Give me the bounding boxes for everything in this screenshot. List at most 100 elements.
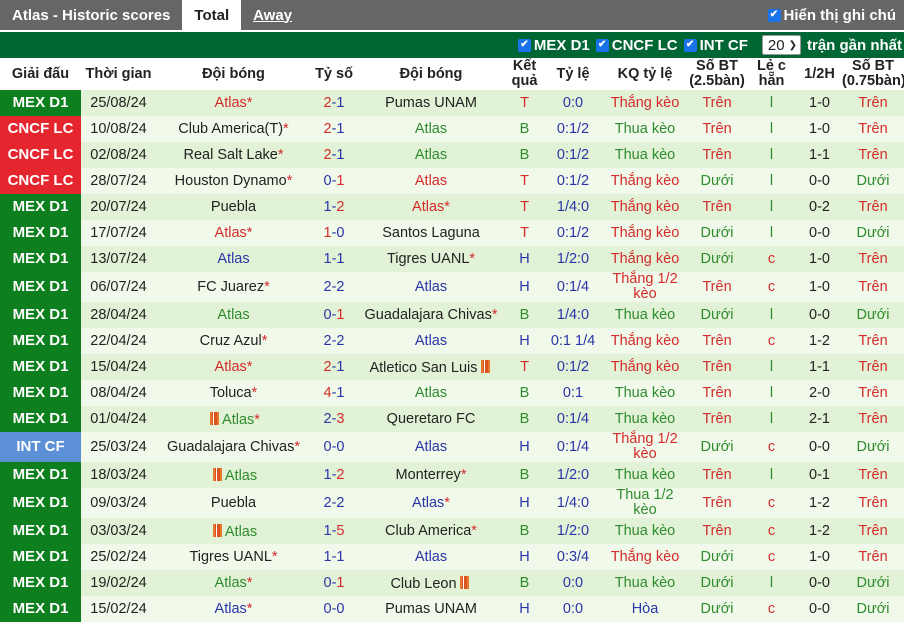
home-team-name[interactable]: Atlas [215, 575, 247, 591]
star-marker: * [246, 359, 253, 375]
home-team-name[interactable]: Atlas [215, 359, 247, 375]
away-team-name[interactable]: Monterrey [396, 467, 461, 483]
table-row[interactable]: MEX D1 20/07/24 Puebla 1-2 Atlas* T 1/4:0 Thắng… [0, 194, 904, 220]
star-marker: * [277, 147, 284, 163]
table-row[interactable]: MEX D1 13/07/24 Atlas 1-1 Tigres UANL* H 1/2:0… [0, 246, 904, 272]
away-team-name[interactable]: Pumas UNAM [385, 601, 477, 617]
away-team-name[interactable]: Atlas [412, 199, 444, 215]
table-row[interactable]: MEX D1 18/03/24 Atlas 1-2 Monterrey* B 1/2:0 Th… [0, 462, 904, 488]
table-row[interactable]: MEX D1 01/04/24 Atlas* 2-3 Queretaro FC B 0:1/… [0, 406, 904, 432]
match-date: 03/03/24 [81, 518, 156, 544]
home-team-name[interactable]: Club America(T) [178, 121, 283, 137]
home-team-cell: Atlas* [156, 354, 311, 380]
table-row[interactable]: MEX D1 28/04/24 Atlas 0-1 Guadalajara Chivas… [0, 302, 904, 328]
home-team-name[interactable]: Guadalajara Chivas [167, 439, 294, 455]
table-row[interactable]: INT CF 25/03/24 Guadalajara Chivas* 0-0 Atla… [0, 432, 904, 462]
table-row[interactable]: CNCF LC 10/08/24 Club America(T)* 2-1 Atlas B… [0, 116, 904, 142]
away-team-name[interactable]: Atlas [415, 173, 447, 189]
home-team-name[interactable]: Atlas [215, 95, 247, 111]
away-team-name[interactable]: Santos Laguna [382, 225, 480, 241]
odd-even: c [746, 488, 797, 518]
star-marker: * [460, 467, 467, 483]
table-row[interactable]: MEX D1 19/02/24 Atlas* 0-1 Club Leon B 0:0 Thua… [0, 570, 904, 596]
away-team-name[interactable]: Atlas [412, 495, 444, 511]
home-team-name[interactable]: Real Salt Lake [184, 147, 278, 163]
score-cell: 2-2 [311, 328, 357, 354]
away-team-name[interactable]: Pumas UNAM [385, 95, 477, 111]
match-date: 28/07/24 [81, 168, 156, 194]
away-team-name[interactable]: Club Leon [390, 576, 456, 592]
match-count-select[interactable]: 20 ❯ [761, 35, 801, 55]
filter-cncf-lc[interactable]: ✔ CNCF LC [595, 37, 678, 54]
filter-label: INT CF [699, 36, 748, 54]
filter-int-cf[interactable]: ✔ INT CF [683, 36, 748, 54]
checkbox-checked-icon[interactable]: ✔ [683, 38, 697, 52]
away-team-name[interactable]: Atlas [415, 385, 447, 401]
checkbox-checked-icon[interactable]: ✔ [595, 38, 609, 52]
home-team-name[interactable]: Atlas [222, 412, 254, 428]
home-team-name[interactable]: Cruz Azul [200, 333, 262, 349]
match-date: 18/03/24 [81, 462, 156, 488]
away-team-name[interactable]: Atlas [415, 147, 447, 163]
checkbox-checked-icon[interactable]: ✔ [767, 8, 781, 22]
home-team-name[interactable]: Atlas [225, 524, 257, 540]
home-team-name[interactable]: Houston Dynamo [175, 173, 287, 189]
away-team-name[interactable]: Atlas [415, 121, 447, 137]
table-row[interactable]: MEX D1 09/03/24 Puebla 2-2 Atlas* H 1/4:0 Thua … [0, 488, 904, 518]
filter-mex-d1[interactable]: ✔ MEX D1 [517, 37, 590, 54]
over-under: Trên [688, 518, 746, 544]
odd-even: l [746, 90, 797, 116]
tab-away[interactable]: Away [241, 0, 304, 30]
away-team-name[interactable]: Atlas [415, 279, 447, 295]
home-team-name[interactable]: FC Juarez [197, 279, 264, 295]
match-result: H [505, 488, 544, 518]
away-team-name[interactable]: Atlas [415, 549, 447, 565]
half-time-score: 1-0 [797, 272, 842, 302]
away-team-name[interactable]: Atlas [415, 439, 447, 455]
table-row[interactable]: MEX D1 03/03/24 Atlas 1-5 Club America* B 1/2:… [0, 518, 904, 544]
table-row[interactable]: MEX D1 08/04/24 Toluca* 4-1 Atlas B 0:1 Thua kè… [0, 380, 904, 406]
home-team-name[interactable]: Tigres UANL [189, 549, 271, 565]
away-team-name[interactable]: Club America [385, 523, 471, 539]
score-cell: 1-2 [311, 462, 357, 488]
away-team-name[interactable]: Atlas [415, 333, 447, 349]
away-team-name[interactable]: Atletico San Luis [369, 360, 477, 376]
away-team-name[interactable]: Tigres UANL [387, 251, 469, 267]
away-team-name[interactable]: Guadalajara Chivas [364, 307, 491, 323]
checkbox-checked-icon[interactable]: ✔ [517, 38, 531, 52]
handicap: 0:1 1/4 [544, 328, 602, 354]
table-row[interactable]: MEX D1 15/02/24 Atlas* 0-0 Pumas UNAM H 0:0 Hòa… [0, 596, 904, 622]
table-row[interactable]: CNCF LC 02/08/24 Real Salt Lake* 2-1 Atlas B 0… [0, 142, 904, 168]
home-team-name[interactable]: Atlas [225, 468, 257, 484]
home-team-name[interactable]: Atlas [215, 601, 247, 617]
table-row[interactable]: MEX D1 22/04/24 Cruz Azul* 2-2 Atlas H 0:1 1/4… [0, 328, 904, 354]
over-under-075: Trên [842, 90, 904, 116]
home-team-name[interactable]: Puebla [211, 495, 256, 511]
table-row[interactable]: CNCF LC 28/07/24 Houston Dynamo* 0-1 Atlas T 0… [0, 168, 904, 194]
home-team-name[interactable]: Puebla [211, 199, 256, 215]
table-row[interactable]: MEX D1 15/04/24 Atlas* 2-1 Atletico San Luis… [0, 354, 904, 380]
home-team-name[interactable]: Toluca [210, 385, 252, 401]
home-team-cell: Real Salt Lake* [156, 142, 311, 168]
table-row[interactable]: MEX D1 06/07/24 FC Juarez* 2-2 Atlas H 0:1/4 Th… [0, 272, 904, 302]
col-over-under-2-5-header: Số BT (2.5bàn) [688, 58, 746, 90]
star-marker: * [251, 385, 258, 401]
col-handicap-header: Tỷ lệ [544, 58, 602, 90]
tab-total[interactable]: Total [182, 0, 242, 30]
over-under-075: Trên [842, 354, 904, 380]
home-team-name[interactable]: Atlas [215, 225, 247, 241]
show-notes-toggle[interactable]: ✔ Hiển thị ghi chú [767, 0, 896, 30]
home-team-name[interactable]: Atlas [217, 307, 249, 323]
home-team-name[interactable]: Atlas [217, 251, 249, 267]
home-score: 0 [323, 307, 332, 323]
match-date: 19/02/24 [81, 570, 156, 596]
table-row[interactable]: MEX D1 25/08/24 Atlas* 2-1 Pumas UNAM T 0:0 Thắ… [0, 90, 904, 116]
table-row[interactable]: MEX D1 25/02/24 Tigres UANL* 1-1 Atlas H 0:3/4… [0, 544, 904, 570]
handicap: 0:1/4 [544, 432, 602, 462]
home-team-cell: Atlas [156, 246, 311, 272]
table-row[interactable]: MEX D1 17/07/24 Atlas* 1-0 Santos Laguna T 0:1… [0, 220, 904, 246]
match-date: 13/07/24 [81, 246, 156, 272]
match-result: B [505, 406, 544, 432]
away-team-name[interactable]: Queretaro FC [387, 411, 476, 427]
match-result: T [505, 194, 544, 220]
